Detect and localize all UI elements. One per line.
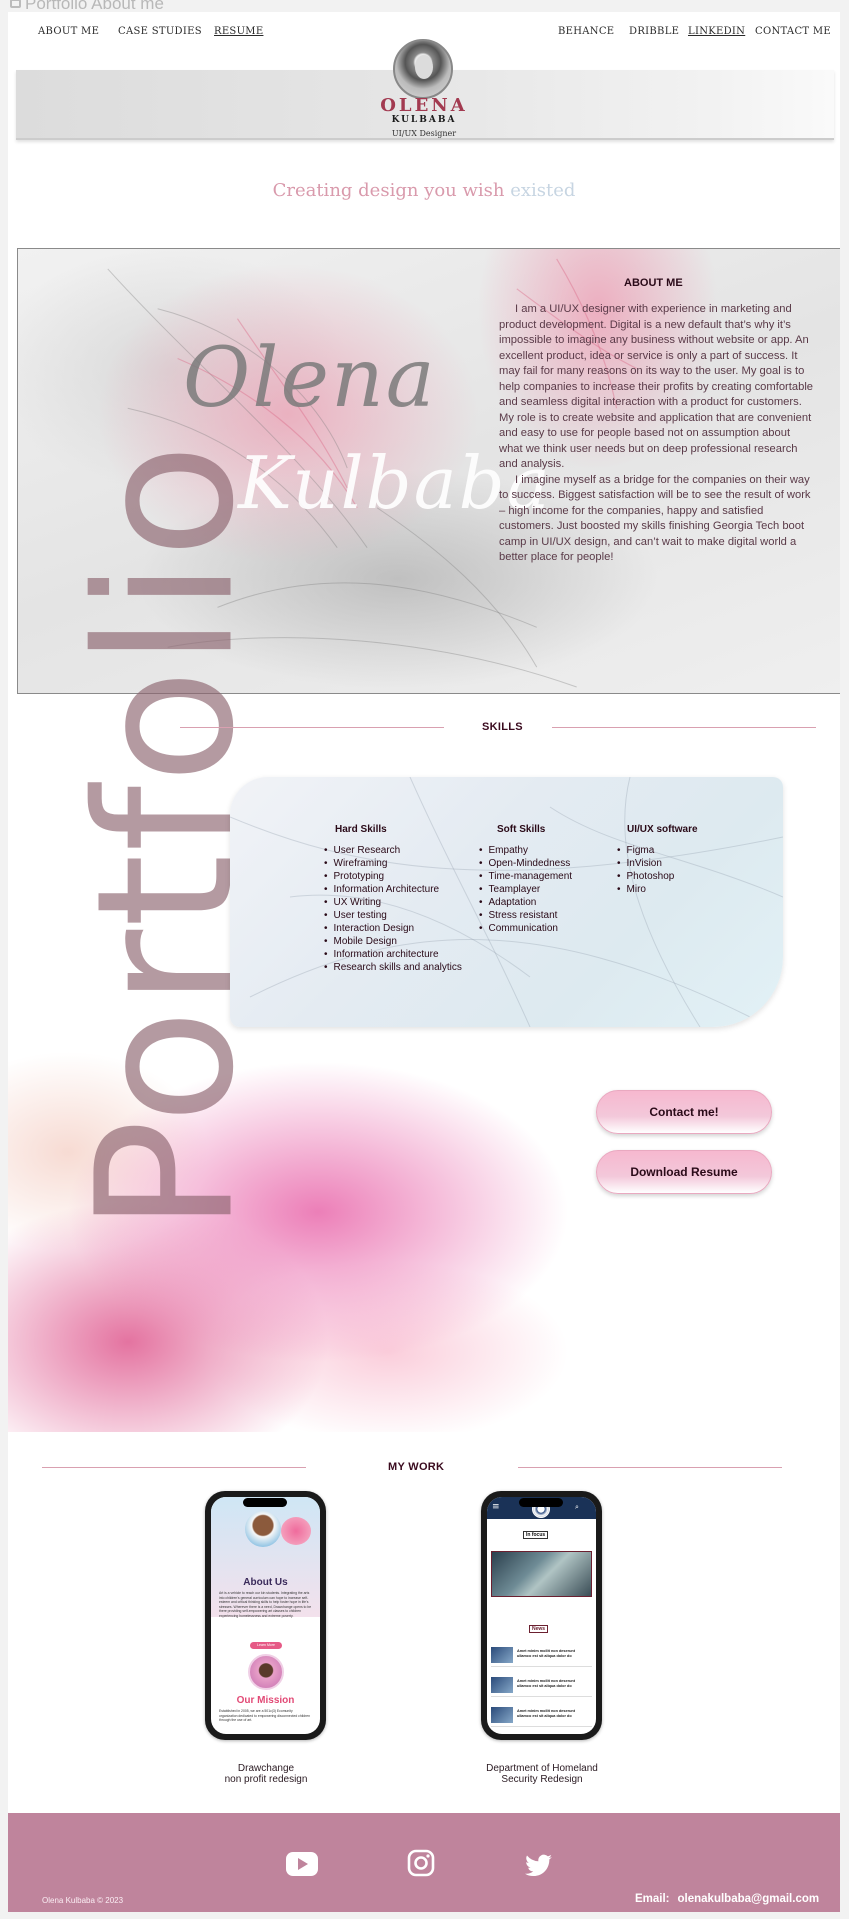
logo-name: OLENA xyxy=(380,95,468,116)
list-item: User Research xyxy=(324,844,462,857)
nav-dribble[interactable]: DRIBBLE xyxy=(629,26,679,37)
twitter-icon[interactable] xyxy=(525,1853,553,1879)
hard-skills-list: User Research Wireframing Prototyping In… xyxy=(324,844,462,974)
my-work-title: MY WORK xyxy=(388,1461,445,1473)
soft-skills-title: Soft Skills xyxy=(497,824,546,835)
nav-linkedin[interactable]: LINKEDIN xyxy=(688,26,745,37)
footer: Olena Kulbaba © 2023 Email: olenakulbaba@… xyxy=(8,1813,840,1912)
list-item: Prototyping xyxy=(324,870,462,883)
screen-heading: About Us xyxy=(243,1577,288,1588)
logo-role: UI/UX Designer xyxy=(391,129,457,138)
nav-case-studies[interactable]: CASE STUDIES xyxy=(118,26,202,37)
download-resume-button[interactable]: Download Resume xyxy=(596,1150,772,1194)
list-item: Research skills and analytics xyxy=(324,961,462,974)
software-list: Figma InVision Photoshop Miro xyxy=(617,844,675,896)
drawchange-caption: Drawchange non profit redesign xyxy=(166,1763,366,1785)
drawchange-screen: About Us Art is a vehicle to reach our k… xyxy=(211,1497,320,1734)
tagline: Creating design you wish existed xyxy=(272,180,576,201)
signature-first-name: Olena xyxy=(183,331,437,426)
list-item: Wireframing xyxy=(324,857,462,870)
caption-line-1: Department of Homeland xyxy=(486,1763,598,1774)
list-item: Stress resistant xyxy=(479,909,572,922)
list-item: Information Architecture xyxy=(324,883,462,896)
phone-notch xyxy=(243,1498,287,1507)
page: ABOUT ME CASE STUDIES RESUME BEHANCE DRI… xyxy=(8,12,840,1912)
youtube-icon[interactable] xyxy=(285,1851,319,1877)
news-item: Amet minim mollit non deserunt ullamco e… xyxy=(491,1703,592,1727)
skills-title: SKILLS xyxy=(482,721,523,733)
drawchange-phone-mockup[interactable]: About Us Art is a vehicle to reach our k… xyxy=(205,1491,326,1740)
copyright: Olena Kulbaba © 2023 xyxy=(42,1896,124,1905)
list-item: Adaptation xyxy=(479,896,572,909)
decorative-flower xyxy=(281,1517,311,1545)
list-item: Photoshop xyxy=(617,870,675,883)
search-icon: ⌕ xyxy=(575,1503,579,1511)
about-text: I am a UI/UX designer with experience in… xyxy=(499,302,814,566)
software-title: UI/UX software xyxy=(627,824,698,835)
screen-mission-heading: Our Mission xyxy=(236,1695,295,1706)
mission-photo xyxy=(248,1654,284,1690)
news-item: Amet minim mollit non deserunt ullamco e… xyxy=(491,1673,592,1697)
list-item: Open-Mindedness xyxy=(479,857,572,870)
news-thumbnail xyxy=(491,1707,513,1723)
logo-surname: KULBABA xyxy=(391,115,457,125)
screen-mission-text: Established in 2005, we are a 501c(3) Ec… xyxy=(219,1709,311,1723)
list-item: Mobile Design xyxy=(324,935,462,948)
in-focus-label: In focus xyxy=(523,1531,549,1539)
dhs-screen: ≡ ⌕ In focus News Amet minim mollit non … xyxy=(487,1497,596,1734)
skills-divider-right xyxy=(552,727,816,728)
footer-email: Email: olenakulbaba@gmail.com xyxy=(635,1893,819,1905)
instagram-icon[interactable] xyxy=(407,1849,435,1877)
news-item: Amet minim mollit non deserunt ullamco e… xyxy=(491,1643,592,1667)
news-item-text: Amet minim mollit non deserunt ullamco e… xyxy=(517,1709,576,1718)
nav-resume[interactable]: RESUME xyxy=(214,26,263,37)
work-divider-right xyxy=(518,1467,782,1468)
soft-skills-list: Empathy Open-Mindedness Time-management … xyxy=(479,844,573,935)
dhs-phone-mockup[interactable]: ≡ ⌕ In focus News Amet minim mollit non … xyxy=(481,1491,602,1740)
list-item: User testing xyxy=(324,909,462,922)
nav-behance[interactable]: BEHANCE xyxy=(558,26,614,37)
news-label: News xyxy=(529,1625,549,1633)
news-thumbnail xyxy=(491,1647,513,1663)
list-item: Empathy xyxy=(479,844,572,857)
caption-line-1: Drawchange xyxy=(237,1763,295,1774)
avatar xyxy=(393,39,453,99)
list-item: InVision xyxy=(617,857,674,870)
list-item: Teamplayer xyxy=(479,883,572,896)
focus-image xyxy=(491,1551,592,1597)
news-item-text: Amet minim mollit non deserunt ullamco e… xyxy=(517,1649,576,1658)
dhs-caption: Department of Homeland Security Redesign xyxy=(442,1763,642,1785)
list-item: Time-management xyxy=(479,870,573,883)
email-link[interactable]: olenakulbaba@gmail.com xyxy=(678,1893,820,1905)
skills-card: Hard Skills User Research Wireframing Pr… xyxy=(230,777,783,1027)
email-label: Email: xyxy=(635,1893,670,1905)
list-item: Information architecture xyxy=(324,948,462,961)
phone-notch xyxy=(519,1498,563,1507)
news-thumbnail xyxy=(491,1677,513,1693)
list-item: UX Writing xyxy=(324,896,462,909)
list-item: Miro xyxy=(617,883,674,896)
list-item: Figma xyxy=(617,844,674,857)
contact-me-button[interactable]: Contact me! xyxy=(596,1090,772,1134)
news-item-text: Amet minim mollit non deserunt ullamco e… xyxy=(517,1679,576,1688)
caption-line-2: non profit redesign xyxy=(224,1774,308,1785)
hard-skills-title: Hard Skills xyxy=(335,824,387,835)
about-paragraph-2: I imagine myself as a bridge for the com… xyxy=(499,473,811,564)
menu-icon: ≡ xyxy=(492,1502,500,1512)
about-paragraph-1: I am a UI/UX designer with experience in… xyxy=(499,303,814,470)
nav-contact-me[interactable]: CONTACT ME xyxy=(755,26,831,37)
work-divider-left xyxy=(42,1467,306,1468)
nav-about-me[interactable]: ABOUT ME xyxy=(38,26,99,37)
child-photo xyxy=(245,1511,281,1547)
about-title: ABOUT ME xyxy=(624,277,683,289)
caption-line-2: Security Redesign xyxy=(501,1774,583,1785)
list-item: Interaction Design xyxy=(324,922,462,935)
list-item: Communication xyxy=(479,922,572,935)
screen-text: Art is a vehicle to reach our kin studen… xyxy=(219,1591,312,1618)
skills-divider-left xyxy=(180,727,444,728)
screen-learn-more-button: Learn More xyxy=(250,1642,282,1649)
page-icon xyxy=(10,0,21,8)
